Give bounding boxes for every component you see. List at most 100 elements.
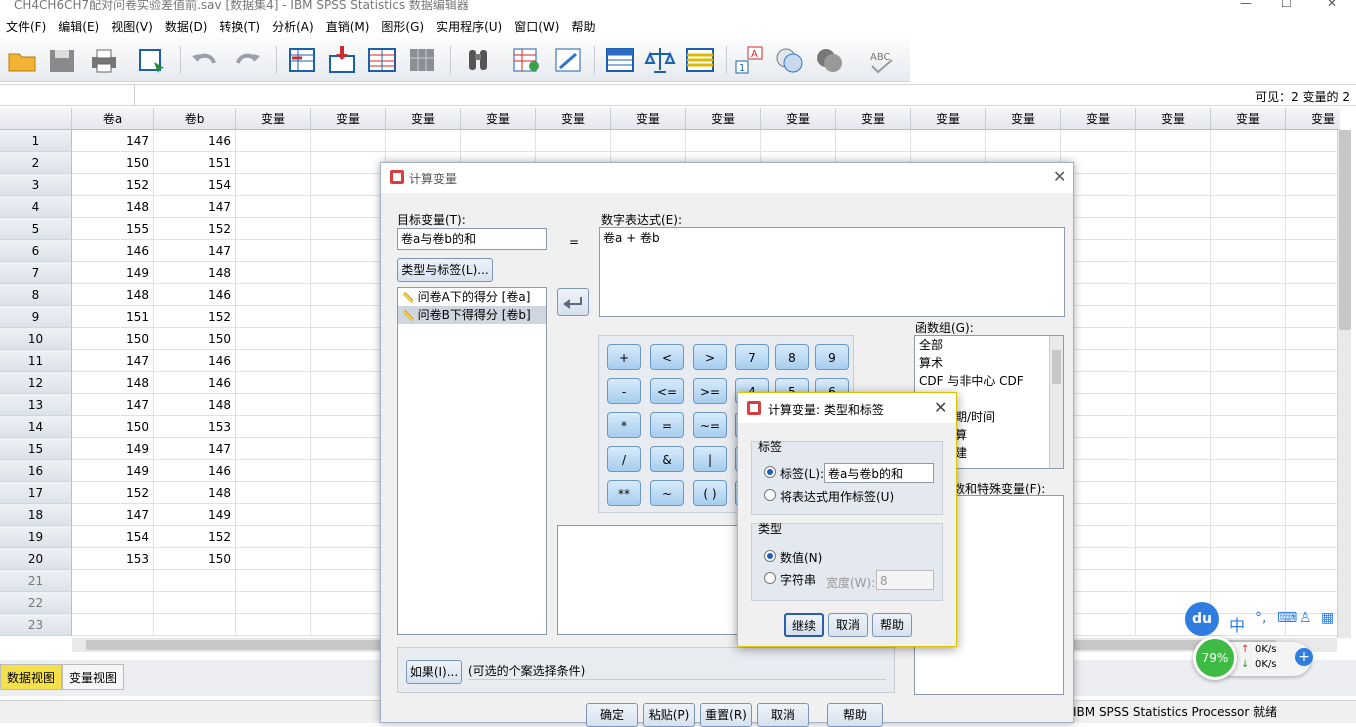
data-cell[interactable]: 150 — [72, 416, 154, 438]
data-cell[interactable] — [236, 614, 311, 636]
menu-2[interactable]: 视图(V) — [105, 18, 159, 35]
menu-5[interactable]: 分析(A) — [266, 18, 320, 35]
keypad-key[interactable]: >= — [693, 378, 727, 404]
data-cell[interactable] — [236, 284, 311, 306]
data-cell[interactable] — [536, 130, 611, 152]
data-cell[interactable] — [1061, 130, 1136, 152]
data-cell[interactable]: 147 — [72, 350, 154, 372]
data-cell[interactable]: 150 — [72, 152, 154, 174]
goto-variable-icon[interactable] — [326, 44, 358, 76]
data-cell[interactable] — [1286, 372, 1340, 394]
data-cell[interactable] — [311, 152, 386, 174]
insert-cases-icon[interactable] — [510, 44, 542, 76]
data-cell[interactable] — [1136, 394, 1211, 416]
data-cell[interactable]: 153 — [154, 416, 236, 438]
data-cell[interactable] — [236, 328, 311, 350]
data-cell[interactable] — [311, 350, 386, 372]
data-cell[interactable] — [236, 372, 311, 394]
data-cell[interactable]: 151 — [154, 152, 236, 174]
data-cell[interactable] — [311, 504, 386, 526]
keypad-key[interactable]: < — [650, 344, 684, 370]
menu-0[interactable]: 文件(F) — [0, 18, 52, 35]
data-cell[interactable] — [1211, 504, 1286, 526]
data-cell[interactable] — [236, 570, 311, 592]
label-radio[interactable] — [764, 466, 776, 478]
function-group-item[interactable]: CDF 与非中心 CDF — [915, 372, 1063, 390]
data-cell[interactable] — [236, 592, 311, 614]
keypad-key[interactable]: 7 — [735, 344, 769, 370]
data-cell[interactable] — [1286, 306, 1340, 328]
use-sets-icon[interactable] — [774, 44, 806, 76]
variable-list-item[interactable]: 📏 问卷A下的得分 [卷a] — [398, 288, 546, 306]
data-cell[interactable] — [311, 570, 386, 592]
sub-dialog-close-icon[interactable]: ✕ — [934, 398, 947, 417]
value-labels-icon[interactable]: A1 — [734, 44, 766, 76]
data-cell[interactable] — [1286, 328, 1340, 350]
maximize-icon[interactable]: ☐ — [1281, 0, 1292, 10]
data-cell[interactable] — [1286, 152, 1340, 174]
data-cell[interactable]: 148 — [72, 284, 154, 306]
data-cell[interactable] — [836, 130, 911, 152]
data-cell[interactable]: 152 — [154, 526, 236, 548]
data-cell[interactable] — [236, 350, 311, 372]
row-header[interactable]: 9 — [0, 306, 72, 328]
data-cell[interactable] — [1286, 130, 1340, 152]
column-header[interactable]: 变量 — [1136, 108, 1211, 130]
data-cell[interactable]: 150 — [72, 328, 154, 350]
data-cell[interactable] — [236, 218, 311, 240]
data-cell[interactable] — [236, 526, 311, 548]
dialog-close-icon[interactable]: ✕ — [1053, 167, 1066, 186]
undo-icon[interactable] — [188, 44, 220, 76]
expression-input[interactable]: 卷a + 卷b — [599, 227, 1065, 317]
data-cell[interactable]: 147 — [72, 130, 154, 152]
data-cell[interactable]: 147 — [72, 504, 154, 526]
row-header[interactable]: 18 — [0, 504, 72, 526]
data-cell[interactable]: 147 — [154, 196, 236, 218]
data-cell[interactable] — [311, 240, 386, 262]
move-arrow-button[interactable] — [557, 288, 589, 316]
data-cell[interactable] — [154, 570, 236, 592]
data-cell[interactable] — [1286, 196, 1340, 218]
row-header[interactable]: 12 — [0, 372, 72, 394]
data-cell[interactable] — [311, 394, 386, 416]
menu-4[interactable]: 转换(T) — [213, 18, 266, 35]
data-cell[interactable] — [1211, 130, 1286, 152]
user-icon[interactable]: ♙ — [1299, 610, 1312, 626]
keypad-key[interactable]: ~= — [693, 412, 727, 438]
data-cell[interactable] — [1211, 152, 1286, 174]
data-cell[interactable] — [1286, 460, 1340, 482]
if-button[interactable]: 如果(I)... — [406, 660, 462, 684]
data-cell[interactable] — [311, 372, 386, 394]
weight-cases-icon[interactable] — [644, 44, 676, 76]
data-cell[interactable]: 154 — [154, 174, 236, 196]
data-cell[interactable] — [236, 394, 311, 416]
column-header[interactable]: 变量 — [536, 108, 611, 130]
data-cell[interactable] — [311, 614, 386, 636]
find-icon[interactable] — [462, 44, 494, 76]
data-cell[interactable] — [1136, 240, 1211, 262]
insert-variable-icon[interactable] — [552, 44, 584, 76]
keypad-key[interactable]: ( ) — [693, 480, 727, 506]
variables-icon[interactable] — [366, 44, 398, 76]
keypad-key[interactable]: ** — [607, 480, 641, 506]
data-cell[interactable]: 146 — [72, 240, 154, 262]
data-cell[interactable] — [1211, 372, 1286, 394]
dialog-button-1[interactable]: 粘贴(P) — [643, 703, 695, 727]
data-cell[interactable] — [311, 482, 386, 504]
continue-button[interactable]: 继续 — [784, 613, 824, 637]
keypad-key[interactable]: = — [650, 412, 684, 438]
cell-name-box[interactable] — [0, 85, 135, 105]
grid-icon[interactable]: ▦ — [1321, 610, 1334, 626]
data-cell[interactable] — [311, 592, 386, 614]
data-cell[interactable] — [1211, 284, 1286, 306]
keypad-key[interactable]: 8 — [775, 344, 809, 370]
run-descriptives-icon[interactable] — [406, 44, 438, 76]
data-cell[interactable] — [1136, 526, 1211, 548]
column-header[interactable]: 变量 — [686, 108, 761, 130]
keypad-key[interactable]: / — [607, 446, 641, 472]
data-cell[interactable] — [154, 614, 236, 636]
data-cell[interactable]: 153 — [72, 548, 154, 570]
data-cell[interactable] — [311, 174, 386, 196]
data-cell[interactable] — [1211, 240, 1286, 262]
redo-icon[interactable] — [232, 44, 264, 76]
